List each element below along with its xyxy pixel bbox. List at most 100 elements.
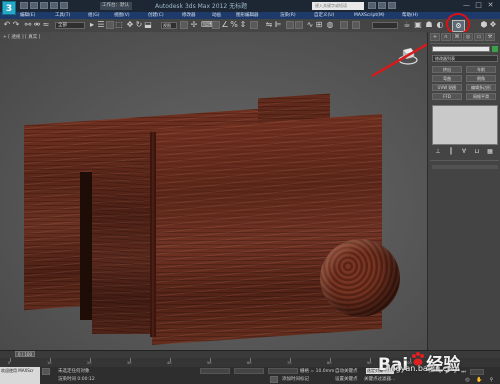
x-coordinate-field[interactable] bbox=[200, 368, 230, 374]
wood-sphere[interactable] bbox=[320, 239, 400, 317]
rollout-header[interactable] bbox=[432, 165, 498, 169]
key-filters-button[interactable]: 关键点过滤器... bbox=[364, 376, 395, 382]
bind-space-warp-icon[interactable]: ≈ bbox=[42, 21, 50, 29]
reference-coordinate-dropdown[interactable]: 视图 bbox=[161, 22, 177, 29]
menu-customize[interactable]: 自定义(U) bbox=[314, 12, 334, 19]
wood-board-middle[interactable] bbox=[92, 164, 154, 334]
search-input[interactable]: 键入关键字或短语 bbox=[312, 2, 364, 10]
add-time-tag[interactable]: 添加时间标记 bbox=[282, 376, 309, 382]
display-tab-icon[interactable]: ▭ bbox=[474, 33, 484, 41]
menu-maxscript[interactable]: MAXScript(M) bbox=[354, 12, 385, 19]
save-file-icon[interactable] bbox=[40, 2, 48, 9]
modifier-button[interactable]: 倒角 bbox=[466, 75, 496, 82]
modifier-button[interactable]: 挤出 bbox=[432, 66, 462, 73]
close-button[interactable]: ✕ bbox=[486, 1, 495, 10]
menu-animation[interactable]: 动画 bbox=[212, 12, 221, 19]
remove-modifier-icon[interactable]: ⊔ bbox=[473, 148, 481, 156]
hierarchy-tab-icon[interactable]: ⌘ bbox=[452, 33, 462, 41]
modifier-stack[interactable] bbox=[432, 105, 498, 145]
help-icon[interactable] bbox=[388, 2, 396, 9]
menu-edit[interactable]: 编辑(E) bbox=[20, 12, 35, 19]
configure-sets-icon[interactable]: ▦ bbox=[486, 148, 494, 156]
modify-tab-icon[interactable]: ∩ bbox=[441, 33, 451, 41]
rotate-icon[interactable]: ↻ bbox=[135, 21, 143, 29]
binoculars-icon[interactable] bbox=[368, 2, 376, 9]
set-key-button[interactable]: 设置关键点 bbox=[335, 376, 358, 382]
menu-modifiers[interactable]: 修改器 bbox=[182, 12, 196, 19]
object-color-swatch[interactable] bbox=[492, 46, 498, 52]
menu-create[interactable]: 创建(C) bbox=[148, 12, 164, 19]
motion-tab-icon[interactable]: ◎ bbox=[463, 33, 473, 41]
minimize-button[interactable]: — bbox=[462, 1, 471, 10]
menu-views[interactable]: 视图(V) bbox=[114, 12, 130, 19]
star-icon[interactable] bbox=[378, 2, 386, 9]
current-frame-field[interactable] bbox=[470, 369, 484, 375]
curve-editor-icon[interactable]: ∿ bbox=[306, 21, 314, 29]
y-coordinate-field[interactable] bbox=[234, 368, 264, 374]
pivot-center-icon[interactable] bbox=[180, 21, 188, 29]
selection-lock-icon[interactable] bbox=[42, 368, 50, 375]
select-object-icon[interactable]: ▸ bbox=[88, 21, 96, 29]
snaps-toggle-icon[interactable] bbox=[212, 21, 220, 29]
show-end-result-icon[interactable]: ║ bbox=[447, 148, 455, 156]
redo-icon[interactable]: ↷ bbox=[12, 21, 20, 29]
unlink-icon[interactable]: ⚮ bbox=[33, 21, 41, 29]
selection-filter-dropdown[interactable]: 全部 bbox=[55, 22, 85, 29]
select-manip-icon[interactable] bbox=[352, 21, 360, 29]
modifier-button[interactable]: 弯曲 bbox=[432, 75, 462, 82]
viewport-label[interactable]: + [ 透视 ] [ 真实 ] bbox=[3, 34, 40, 40]
z-coordinate-field[interactable] bbox=[268, 368, 298, 374]
redo-icon[interactable] bbox=[60, 2, 68, 9]
modifier-button[interactable]: FFD bbox=[432, 93, 462, 100]
undo-icon[interactable]: ↶ bbox=[3, 21, 11, 29]
goto-end-icon[interactable]: ⏭ bbox=[460, 369, 467, 375]
render-frame-icon[interactable]: ▣ bbox=[414, 21, 422, 29]
percent-snap-icon[interactable]: % bbox=[230, 21, 238, 29]
angle-snap-icon[interactable]: ∠ bbox=[221, 21, 229, 29]
maxscript-listener[interactable]: 欢迎使用 MAXScr bbox=[0, 367, 40, 384]
workspace-dropdown[interactable]: 工作台：默认 bbox=[100, 2, 132, 10]
environment-icon[interactable]: ◐ bbox=[436, 21, 444, 29]
align-icon[interactable]: ⊫ bbox=[274, 21, 282, 29]
graphite-toggle-icon[interactable] bbox=[295, 21, 303, 29]
open-file-icon[interactable] bbox=[30, 2, 38, 9]
schematic-view-icon[interactable]: ⊞ bbox=[315, 21, 323, 29]
perspective-viewport[interactable]: + [ 透视 ] [ 真实 ] bbox=[0, 32, 427, 350]
time-slider[interactable]: 0 / 100 bbox=[15, 351, 35, 357]
modifier-list-dropdown[interactable]: 修改器列表 bbox=[432, 55, 498, 62]
modifier-button[interactable]: UVW 贴图 bbox=[432, 84, 462, 91]
make-unique-icon[interactable]: ∀ bbox=[460, 148, 468, 156]
new-file-icon[interactable] bbox=[20, 2, 28, 9]
window-crossing-icon[interactable]: ⬚ bbox=[115, 21, 123, 29]
material-editor-icon[interactable]: ◍ bbox=[326, 21, 334, 29]
named-selection-icon[interactable] bbox=[340, 21, 348, 29]
menu-help[interactable]: 帮助(H) bbox=[402, 12, 418, 19]
key-icon[interactable] bbox=[270, 376, 278, 383]
mirror-icon[interactable]: ⇋ bbox=[265, 21, 273, 29]
utilities-tab-icon[interactable]: ⚒ bbox=[485, 33, 495, 41]
modifier-button[interactable]: 编辑多边形 bbox=[466, 84, 496, 91]
quick-render-icon[interactable]: ☗ bbox=[425, 21, 433, 29]
move-icon[interactable]: ✥ bbox=[126, 21, 134, 29]
edit-named-selection-icon[interactable] bbox=[250, 21, 258, 29]
named-selection-set-dropdown[interactable] bbox=[372, 22, 398, 29]
pan-icon[interactable]: ✋ bbox=[476, 377, 483, 383]
render-production-icon[interactable]: ⬢ bbox=[480, 21, 488, 29]
rect-selection-icon[interactable] bbox=[106, 21, 114, 29]
undo-icon[interactable] bbox=[50, 2, 58, 9]
object-name-field[interactable] bbox=[432, 46, 490, 52]
link-icon[interactable]: ⚯ bbox=[24, 21, 32, 29]
spinner-snap-icon[interactable]: ⇕ bbox=[239, 21, 247, 29]
pin-stack-icon[interactable]: ⊥ bbox=[434, 148, 442, 156]
menu-tools[interactable]: 工具(T) bbox=[55, 12, 70, 19]
active-shade-icon[interactable]: ❖ bbox=[489, 21, 497, 29]
scale-icon[interactable]: ⬓ bbox=[144, 21, 152, 29]
menu-rendering[interactable]: 渲染(R) bbox=[280, 12, 296, 19]
create-tab-icon[interactable]: + bbox=[430, 33, 440, 41]
modifier-button[interactable]: 车削 bbox=[466, 66, 496, 73]
select-manipulate-icon[interactable]: ✢ bbox=[190, 21, 198, 29]
layer-manager-icon[interactable] bbox=[286, 21, 294, 29]
zoom-icon[interactable]: ⚲ bbox=[488, 377, 495, 383]
menu-group[interactable]: 组(G) bbox=[88, 12, 100, 19]
select-by-name-icon[interactable]: ☰ bbox=[97, 21, 105, 29]
